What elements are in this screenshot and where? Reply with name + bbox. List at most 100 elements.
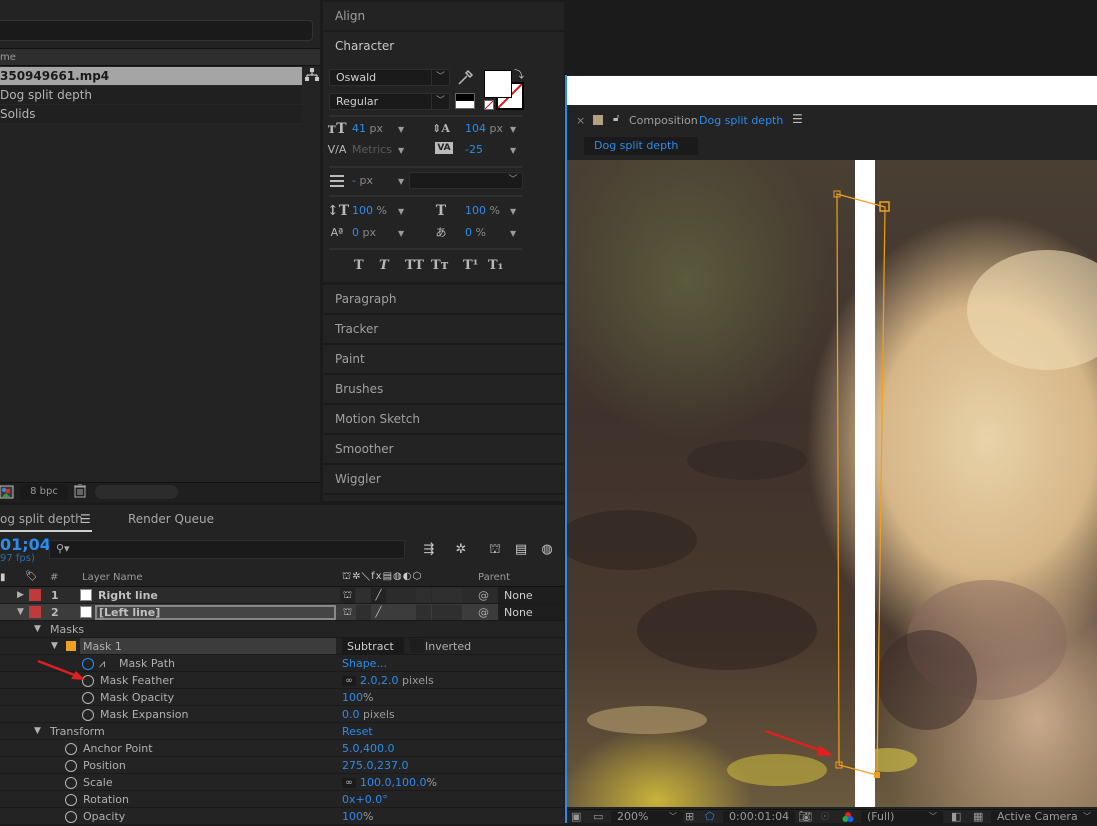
region-of-interest-icon[interactable]: ◧: [951, 811, 961, 823]
layer-name[interactable]: Right line: [98, 587, 158, 604]
transparency-grid-icon[interactable]: ▦: [973, 811, 983, 823]
trash-icon[interactable]: [74, 483, 88, 500]
stopwatch-icon[interactable]: [65, 794, 77, 806]
stopwatch-icon[interactable]: [65, 760, 77, 772]
comp-color-label[interactable]: [593, 115, 603, 125]
shy-layers-icon[interactable]: ⛫: [486, 541, 504, 559]
timeline-tab-render-queue[interactable]: Render Queue: [128, 512, 214, 526]
mask-color-swatch[interactable]: [66, 641, 76, 651]
property-value[interactable]: 5.0,400.0: [342, 740, 394, 757]
layer-row[interactable]: ▼ 2 [Left line] ⛫ ╱ @ None: [0, 604, 564, 621]
layer-name-column-header[interactable]: Layer Name: [82, 572, 143, 583]
small-caps-button[interactable]: Tт: [431, 258, 449, 273]
stroke-type-dropdown[interactable]: ﹀: [409, 172, 523, 189]
fill-stroke-swatches[interactable]: ⤵: [484, 70, 524, 110]
quality-switch[interactable]: ╱: [371, 588, 386, 603]
panel-menu-icon[interactable]: ☰: [80, 512, 91, 526]
layer-name-edit[interactable]: [Left line]: [95, 605, 336, 620]
composition-tab-name[interactable]: Dog split depth: [699, 114, 783, 127]
transform-reset-link[interactable]: Reset: [342, 723, 373, 740]
kerning-dropdown-arrow[interactable]: ▼: [398, 146, 404, 155]
mask-overlay[interactable]: [567, 160, 1097, 807]
magnification-dropdown[interactable]: 200% ﹀: [611, 811, 683, 823]
composition-breadcrumb[interactable]: Dog split depth: [584, 137, 698, 155]
motion-blur-icon[interactable]: ◍: [538, 541, 556, 559]
current-time-display[interactable]: 0:00:01:04: [723, 811, 796, 823]
paint-panel-tab[interactable]: Paint: [323, 345, 564, 373]
transform-property-row[interactable]: Scale ∞ 100.0,100.0%: [0, 774, 564, 791]
property-value[interactable]: 0.0: [342, 708, 360, 721]
property-value[interactable]: 275.0,237.0: [342, 757, 408, 774]
stroke-width-value[interactable]: - px: [352, 173, 373, 189]
transform-property-row[interactable]: Position 275.0,237.0: [0, 757, 564, 774]
eyedropper-icon[interactable]: [456, 69, 474, 87]
brushes-panel-tab[interactable]: Brushes: [323, 375, 564, 403]
safe-margins-icon[interactable]: ⊞: [685, 811, 694, 823]
shy-switch[interactable]: ⛫: [340, 605, 355, 620]
vertical-scale-value[interactable]: 100 %: [352, 203, 387, 219]
tsume-dropdown-arrow[interactable]: ▼: [510, 229, 516, 238]
default-colors-swatch[interactable]: [455, 93, 475, 109]
project-item[interactable]: Dog split depth: [0, 86, 302, 105]
project-horizontal-scrollbar[interactable]: [95, 485, 178, 499]
property-value[interactable]: 100.0,100.0: [360, 776, 426, 789]
tracking-dropdown-arrow[interactable]: ▼: [510, 146, 516, 155]
inverted-checkbox[interactable]: [410, 639, 424, 653]
project-item[interactable]: Solids: [0, 105, 302, 124]
flowchart-icon[interactable]: [303, 68, 320, 85]
property-value[interactable]: 100: [342, 691, 363, 704]
baseline-shift-dropdown-arrow[interactable]: ▼: [398, 229, 404, 238]
show-snapshot-icon[interactable]: ☉: [820, 811, 830, 823]
property-value[interactable]: 100: [342, 810, 363, 823]
wiggler-panel-tab[interactable]: Wiggler: [323, 465, 564, 493]
frame-blend-switch[interactable]: [416, 605, 431, 620]
constrain-proportions-icon[interactable]: ∞: [342, 676, 356, 686]
shy-switch[interactable]: ⛫: [340, 588, 355, 603]
constrain-proportions-icon[interactable]: ∞: [342, 778, 356, 788]
transform-property-row[interactable]: Opacity 100%: [0, 808, 564, 825]
parent-column-header[interactable]: Parent: [478, 572, 510, 583]
layer-label-color[interactable]: [29, 589, 41, 601]
fill-color-swatch[interactable]: [484, 70, 512, 98]
expand-arrow-icon[interactable]: ▶: [17, 587, 24, 604]
stopwatch-icon[interactable]: [65, 777, 77, 789]
panel-menu-icon[interactable]: ☰: [792, 112, 803, 126]
baseline-shift-value[interactable]: 0 px: [352, 225, 376, 241]
motion-blur-switch[interactable]: [432, 605, 447, 620]
all-caps-button[interactable]: TT: [405, 258, 424, 273]
tsume-value[interactable]: 0 %: [465, 225, 486, 241]
mask-property-row[interactable]: Mask Expansion 0.0 pixels: [0, 706, 564, 723]
layer-row[interactable]: ▶ 1 Right line ⛫ ╱ @ None: [0, 587, 564, 604]
tracker-panel-tab[interactable]: Tracker: [323, 315, 564, 343]
resolution-dropdown[interactable]: (Full) ﹀: [861, 811, 943, 823]
always-preview-icon[interactable]: ▣: [571, 811, 581, 823]
close-tab-icon[interactable]: ×: [576, 114, 585, 127]
no-fill-icon[interactable]: [484, 100, 494, 110]
font-style-dropdown[interactable]: Regular ﹀: [329, 93, 450, 110]
stopwatch-icon[interactable]: [65, 743, 77, 755]
stopwatch-icon[interactable]: [82, 692, 94, 704]
mask-name[interactable]: Mask 1: [80, 638, 336, 654]
collapse-arrow-icon[interactable]: ▼: [51, 638, 58, 655]
pick-whip-icon[interactable]: @: [478, 604, 489, 621]
leading-dropdown-arrow[interactable]: ▼: [510, 125, 516, 134]
transform-group-row[interactable]: ▼ Transform Reset: [0, 723, 564, 740]
3d-layer-switch[interactable]: [447, 588, 462, 603]
layer-search-input[interactable]: ⚲▾: [49, 540, 405, 559]
stopwatch-icon[interactable]: [82, 709, 94, 721]
subscript-button[interactable]: T₁: [488, 258, 503, 273]
collapse-switch[interactable]: [356, 605, 371, 620]
faux-italic-button[interactable]: T: [379, 258, 389, 273]
character-panel-title[interactable]: Character: [323, 32, 564, 60]
draft-3d-icon[interactable]: ✲: [452, 541, 470, 559]
project-search-input[interactable]: [0, 20, 313, 41]
horizontal-scale-value[interactable]: 100 %: [465, 203, 500, 219]
mask-mode-dropdown[interactable]: Subtract: [342, 638, 404, 654]
stopwatch-icon[interactable]: [65, 811, 77, 823]
project-item[interactable]: 350949661.mp4: [0, 67, 302, 86]
snapshot-icon[interactable]: 📷︎: [798, 811, 812, 823]
motion-sketch-panel-tab[interactable]: Motion Sketch: [323, 405, 564, 433]
mask-property-row[interactable]: Mask Opacity 100%: [0, 689, 564, 706]
smoother-panel-tab[interactable]: Smoother: [323, 435, 564, 463]
region-icon[interactable]: ▭: [593, 811, 603, 823]
